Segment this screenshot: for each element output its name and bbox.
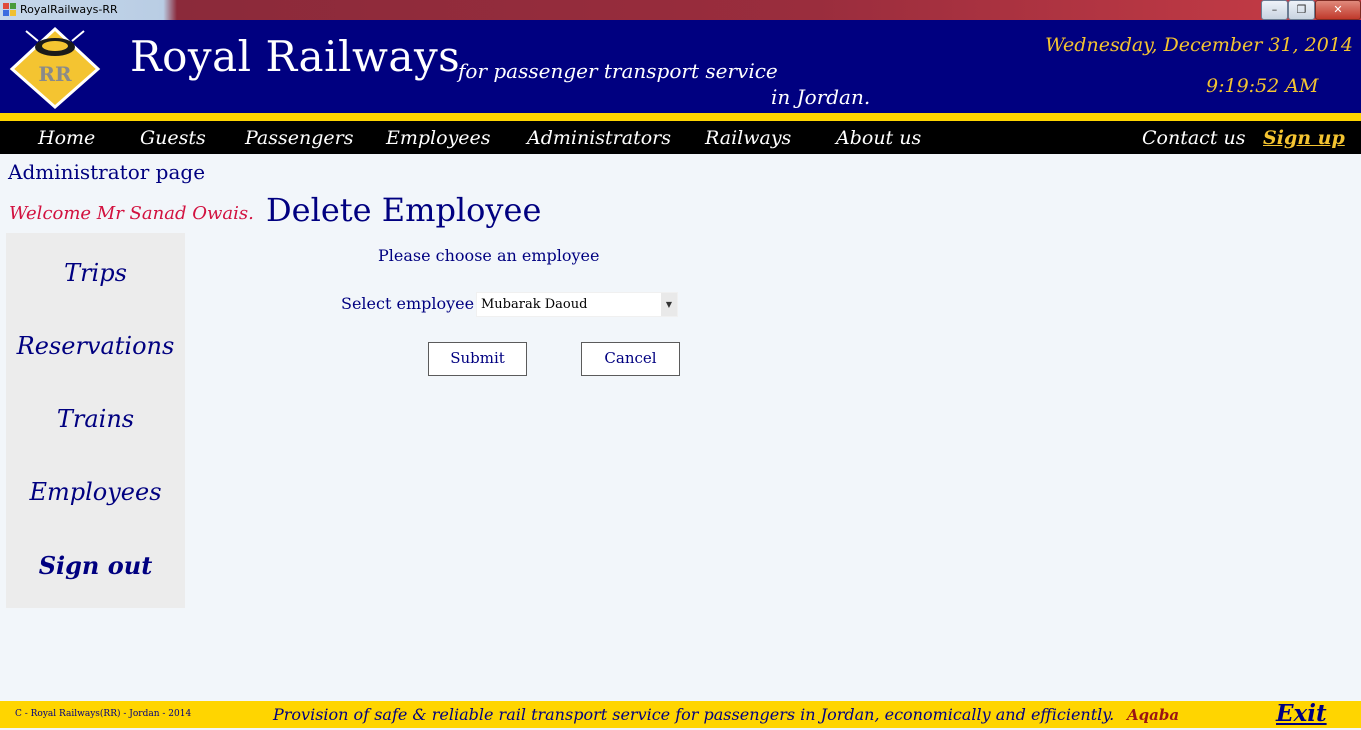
nav-guests[interactable]: Guests <box>140 127 206 149</box>
window-title: RoyalRailways-RR <box>20 3 118 16</box>
admin-sidebar: Trips Reservations Trains Employees Sign… <box>6 233 185 608</box>
sidebar-item-employees[interactable]: Employees <box>6 478 185 506</box>
sidebar-item-trains[interactable]: Trains <box>6 405 185 433</box>
close-icon: ✕ <box>1333 3 1343 16</box>
nav-passengers[interactable]: Passengers <box>245 127 353 149</box>
minimize-icon: – <box>1271 3 1278 16</box>
exit-link[interactable]: Exit <box>1276 700 1327 727</box>
nav-railways[interactable]: Railways <box>705 127 791 149</box>
city-label: Aqaba <box>1127 706 1180 724</box>
maximize-icon: ❐ <box>1296 3 1307 16</box>
site-footer: C - Royal Railways(RR) - Jordan - 2014 P… <box>0 700 1361 728</box>
tagline-line-1: for passenger transport service <box>458 59 778 83</box>
site-header: RR Royal Railways for passenger transpor… <box>0 20 1361 113</box>
sidebar-item-reservations[interactable]: Reservations <box>6 332 185 360</box>
nav-administrators[interactable]: Administrators <box>527 127 671 149</box>
sidebar-item-trips[interactable]: Trips <box>6 259 185 287</box>
page-title: Delete Employee <box>266 191 542 229</box>
window-titlebar[interactable]: RoyalRailways-RR – ❐ ✕ <box>0 0 1361 20</box>
sidebar-item-sign-out[interactable]: Sign out <box>6 551 185 580</box>
app-icon <box>3 3 16 16</box>
select-employee-label: Select employee <box>341 294 475 313</box>
minimize-button[interactable]: – <box>1261 0 1288 20</box>
logo-text: RR <box>38 62 72 86</box>
maximize-button[interactable]: ❐ <box>1288 0 1315 20</box>
nav-signup[interactable]: Sign up <box>1263 127 1345 149</box>
nav-home[interactable]: Home <box>38 127 95 149</box>
royal-railways-logo: RR <box>9 26 101 109</box>
current-time: 9:19:52 AM <box>1206 75 1319 97</box>
nav-employees[interactable]: Employees <box>386 127 491 149</box>
choose-employee-prompt: Please choose an employee <box>378 246 600 265</box>
admin-page-label: Administrator page <box>8 160 206 184</box>
brand-title: Royal Railways <box>130 32 461 81</box>
close-button[interactable]: ✕ <box>1315 0 1361 20</box>
current-date: Wednesday, December 31, 2014 <box>1045 34 1353 56</box>
header-divider <box>0 113 1361 121</box>
employee-select-value: Mubarak Daoud <box>481 297 588 312</box>
dropdown-arrow-icon[interactable]: ▼ <box>661 293 677 316</box>
cancel-button[interactable]: Cancel <box>581 342 680 376</box>
employee-select[interactable]: Mubarak Daoud ▼ <box>476 292 678 317</box>
nav-contact[interactable]: Contact us <box>1142 127 1245 149</box>
tagline-line-2: in Jordan. <box>771 85 871 109</box>
nav-about[interactable]: About us <box>836 127 921 149</box>
welcome-message: Welcome Mr Sanad Owais. <box>9 203 254 224</box>
main-nav: Home Guests Passengers Employees Adminis… <box>0 121 1361 154</box>
copyright-text: C - Royal Railways(RR) - Jordan - 2014 <box>15 709 192 719</box>
submit-button[interactable]: Submit <box>428 342 527 376</box>
mission-statement: Provision of safe & reliable rail transp… <box>273 705 1115 724</box>
